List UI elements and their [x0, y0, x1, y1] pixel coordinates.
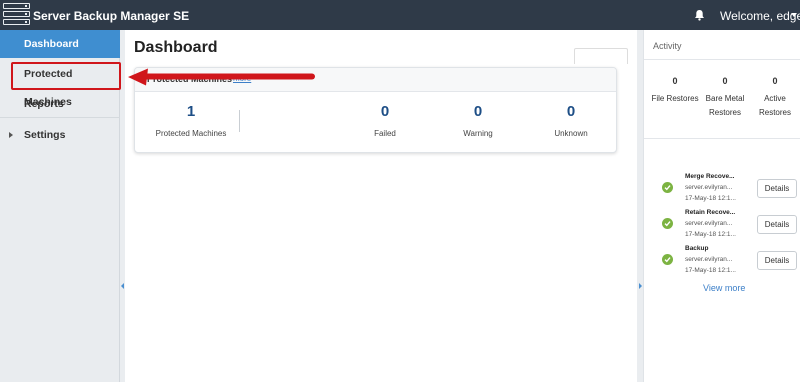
main-content: Dashboard Protected Machines more 1 Prot… — [125, 30, 637, 382]
dashboard-action-button[interactable] — [574, 48, 628, 64]
details-button[interactable]: Details — [757, 179, 797, 198]
user-menu[interactable]: Welcome, edge — [720, 9, 800, 23]
collapse-activity-icon[interactable] — [639, 283, 642, 289]
sidebar-item-label: Settings — [24, 129, 66, 141]
success-check-icon — [662, 218, 673, 229]
stat-label: Unknown — [554, 129, 588, 138]
activity-panel: Activity 0 File Restores 0 Bare Metal Re… — [643, 30, 800, 382]
stat-warning[interactable]: 0 Warning — [448, 103, 508, 138]
success-check-icon — [662, 254, 673, 265]
job-name: Backup — [685, 245, 709, 252]
stat-active-restores: 0 Active Restores — [753, 76, 797, 120]
stat-file-restores: 0 File Restores — [649, 76, 701, 106]
card-title: Protected Machines — [147, 74, 233, 84]
stat-bare-metal-restores: 0 Bare Metal Restores — [701, 76, 749, 120]
success-check-icon — [662, 182, 673, 193]
protected-machines-card: Protected Machines more 1 Protected Mach… — [134, 67, 617, 153]
activity-header: Activity — [644, 30, 800, 60]
divider — [239, 110, 240, 132]
divider — [644, 138, 800, 139]
job-server: server.evilyran... — [685, 220, 733, 227]
activity-title: Activity — [653, 41, 682, 51]
stat-value: 0 — [473, 103, 483, 120]
activity-item: Retain Recove... server.evilyran... 17-M… — [644, 209, 800, 245]
card-header: Protected Machines more — [135, 68, 616, 92]
stat-value: 0 — [566, 103, 576, 120]
job-name: Retain Recove... — [685, 209, 736, 216]
job-time: 17-May-18 12:1... — [685, 267, 736, 274]
app-title: Server Backup Manager SE — [33, 9, 190, 23]
job-server: server.evilyran... — [685, 184, 733, 191]
stat-label: Warning — [463, 129, 493, 138]
server-logo-icon — [3, 3, 30, 26]
view-more-link[interactable]: View more — [703, 283, 745, 293]
collapse-sidebar-icon[interactable] — [121, 283, 124, 289]
stat-label: File Restores — [651, 94, 699, 103]
stat-value: 0 — [722, 76, 728, 86]
sidebar-item-label: Dashboard — [24, 38, 79, 50]
more-link[interactable]: more — [233, 74, 251, 83]
details-button[interactable]: Details — [757, 215, 797, 234]
stat-value: 0 — [772, 76, 778, 86]
stat-label: Bare Metal Restores — [705, 94, 745, 117]
chevron-down-icon[interactable] — [791, 13, 797, 17]
job-time: 17-May-18 12:1... — [685, 195, 736, 202]
job-server: server.evilyran... — [685, 256, 733, 263]
top-bar: Server Backup Manager SE Welcome, edge — [0, 0, 800, 30]
sidebar: Dashboard Protected Machines Reports Set… — [0, 30, 120, 382]
stat-label: Active Restores — [758, 94, 791, 117]
sidebar-item-label: Reports — [24, 98, 64, 110]
sidebar-item-protected-machines[interactable]: Protected Machines — [0, 60, 120, 108]
activity-item: Merge Recove... server.evilyran... 17-Ma… — [644, 173, 800, 209]
sidebar-item-reports[interactable]: Reports — [0, 90, 120, 118]
stat-value: 0 — [380, 103, 390, 120]
sidebar-item-settings[interactable]: Settings — [0, 121, 120, 149]
job-time: 17-May-18 12:1... — [685, 231, 736, 238]
job-name: Merge Recove... — [685, 173, 735, 180]
chevron-right-icon — [9, 132, 13, 138]
details-button[interactable]: Details — [757, 251, 797, 270]
page-title: Dashboard — [134, 39, 218, 56]
bell-icon[interactable] — [694, 9, 705, 21]
activity-item: Backup server.evilyran... 17-May-18 12:1… — [644, 245, 800, 281]
stat-label: Protected Machines — [155, 129, 227, 138]
stat-value: 0 — [672, 76, 678, 86]
stat-label: Failed — [374, 129, 396, 138]
stat-unknown[interactable]: 0 Unknown — [541, 103, 601, 138]
stat-value: 1 — [186, 103, 196, 120]
stat-failed[interactable]: 0 Failed — [355, 103, 415, 138]
sidebar-item-dashboard[interactable]: Dashboard — [0, 30, 120, 58]
stat-protected-machines[interactable]: 1 Protected Machines — [149, 103, 233, 138]
